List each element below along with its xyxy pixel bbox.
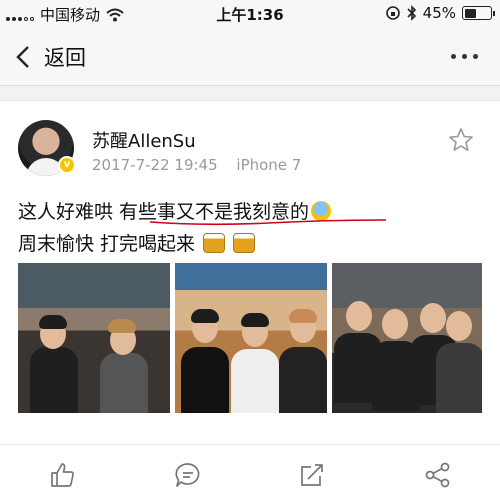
person-hair xyxy=(241,313,269,327)
person-head xyxy=(446,311,472,341)
back-button[interactable]: 返回 xyxy=(16,42,86,72)
back-chevron-icon xyxy=(16,46,29,68)
comment-icon[interactable] xyxy=(174,461,202,489)
person-head xyxy=(382,309,408,339)
person-hair xyxy=(39,315,67,329)
person-body xyxy=(231,349,279,413)
person-hair xyxy=(108,319,136,333)
like-icon[interactable] xyxy=(48,461,76,489)
handwritten-underline xyxy=(149,219,387,226)
post-text-line2-text: 周末愉快 打完喝起来 xyxy=(18,233,196,255)
person-body xyxy=(30,347,78,413)
status-bar: 中国移动 上午1:36 45% xyxy=(0,0,500,28)
person-body xyxy=(436,343,482,413)
person-hair xyxy=(191,309,219,323)
person-head xyxy=(420,303,446,333)
post-photo-1[interactable] xyxy=(18,263,170,413)
person-head xyxy=(346,301,372,331)
post-date: 2017-7-22 19:45 xyxy=(92,156,218,174)
status-right: 45% xyxy=(385,4,495,22)
post-card: v 苏醒AllenSu 2017-7-22 19:45 iPhone 7 这人好… xyxy=(0,100,500,444)
share-icon[interactable] xyxy=(424,461,452,489)
post-meta: 2017-7-22 19:45 iPhone 7 xyxy=(92,156,301,174)
star-icon[interactable] xyxy=(448,127,474,153)
post-text-part1: 这人好难哄 xyxy=(18,201,120,223)
battery-percent: 45% xyxy=(422,4,456,22)
action-bar xyxy=(0,444,500,504)
battery-fill xyxy=(464,8,476,18)
person-body xyxy=(100,353,148,413)
nav-bar: 返回 xyxy=(0,28,500,86)
user-name[interactable]: 苏醒AllenSu xyxy=(92,127,196,153)
verified-badge-icon: v xyxy=(58,156,76,174)
more-dots-icon[interactable] xyxy=(451,54,478,59)
post-photo-3[interactable] xyxy=(332,263,482,413)
person-body xyxy=(279,347,327,413)
post-device: iPhone 7 xyxy=(236,156,302,174)
post-photo-2[interactable] xyxy=(175,263,327,413)
back-label: 返回 xyxy=(44,46,86,70)
post-text-line2: 周末愉快 打完喝起来 xyxy=(18,229,256,256)
beer-emoji-icon xyxy=(203,233,226,253)
orientation-lock-icon xyxy=(385,6,400,20)
person-body xyxy=(181,347,229,413)
beer-emoji-icon xyxy=(233,233,256,253)
repost-icon[interactable] xyxy=(298,461,326,489)
bluetooth-icon xyxy=(407,5,416,21)
battery-icon xyxy=(462,6,495,20)
person-hair xyxy=(289,309,317,323)
